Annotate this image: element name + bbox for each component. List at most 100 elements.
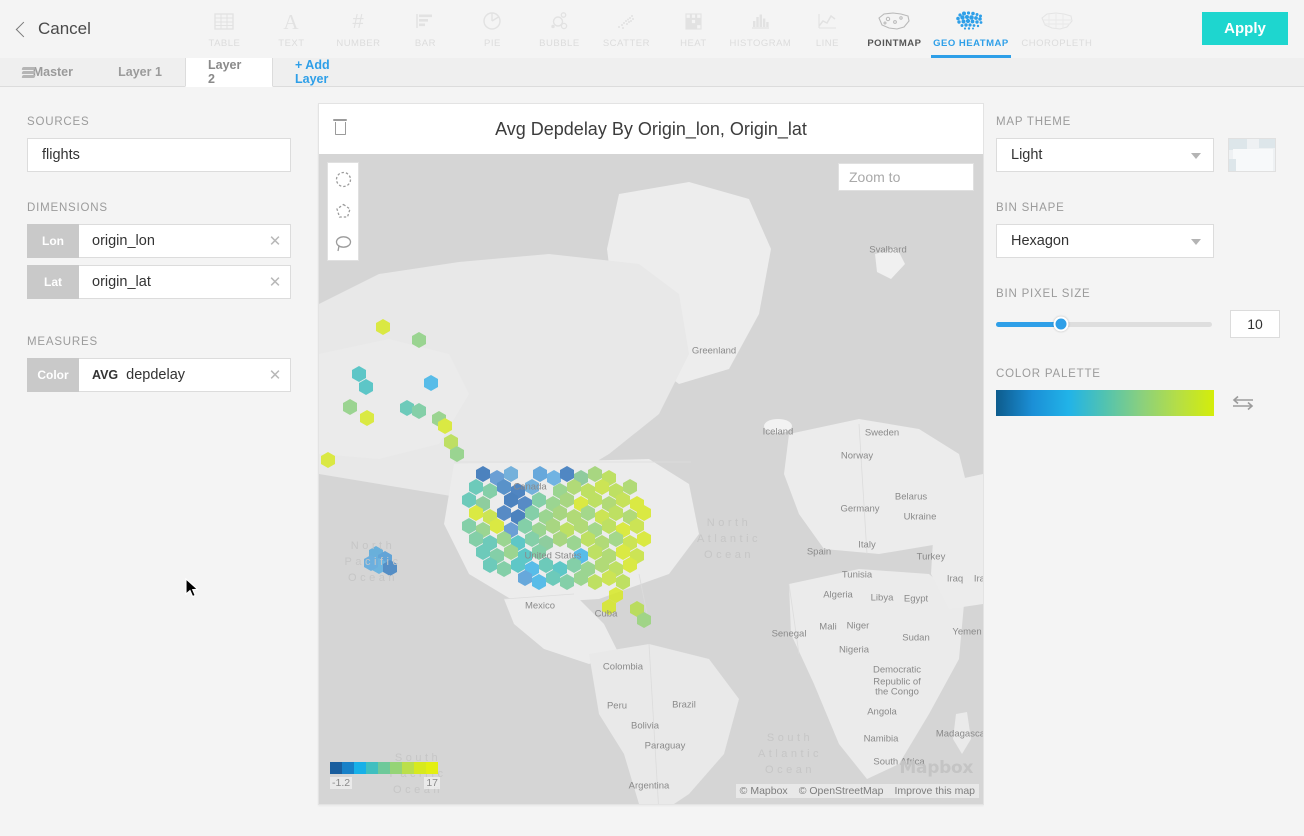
map-country-label: Tunisia <box>841 569 873 581</box>
measure-color-value[interactable]: AVG depdelay <box>79 359 260 391</box>
heat-icon <box>682 8 704 34</box>
dimension-lon-row[interactable]: Lon origin_lon ✕ <box>27 224 291 258</box>
dimension-lon-tag: Lon <box>27 224 79 258</box>
remove-measure-icon[interactable]: ✕ <box>260 359 290 391</box>
map-attribution: © Mapbox © OpenStreetMap Improve this ma… <box>735 784 979 798</box>
chart-title: Avg Depdelay By Origin_lon, Origin_lat <box>495 118 807 139</box>
measure-color-row[interactable]: Color AVG depdelay ✕ <box>27 358 291 392</box>
chart-type-choropleth[interactable]: CHOROPLETH <box>1014 0 1100 58</box>
chart-type-label: HEAT <box>680 38 707 49</box>
legend-swatch <box>378 762 390 774</box>
bin-pixel-size-slider[interactable] <box>996 316 1212 332</box>
chart-type-line[interactable]: LINE <box>794 0 861 58</box>
geo-heatmap-icon <box>951 8 991 34</box>
chart-type-label: SCATTER <box>602 38 650 49</box>
tab-label: Layer 2 <box>208 58 242 86</box>
chart-type-heat[interactable]: HEAT <box>660 0 727 58</box>
map-country-label: Egypt <box>903 593 929 605</box>
reverse-palette-icon[interactable] <box>1230 393 1256 413</box>
attribution-osm[interactable]: © OpenStreetMap <box>799 785 884 797</box>
measures-section-label: MEASURES <box>27 336 98 348</box>
map-theme-value: Light <box>1011 147 1043 163</box>
map-country-label: Peru <box>606 700 628 712</box>
add-layer-button[interactable]: + Add Layer <box>273 58 383 86</box>
map-country-label: Mexico <box>524 600 556 612</box>
right-settings-panel: MAP THEME Light BIN SHAPE Hexagon BIN PI… <box>984 88 1304 836</box>
color-palette-bar[interactable] <box>996 390 1214 416</box>
map-country-label: Senegal <box>771 628 807 640</box>
map-canvas[interactable]: Svalbard Greenland Iceland Sweden Norway Cana… <box>319 154 983 804</box>
chart-type-bar[interactable]: BAR <box>392 0 459 58</box>
map-theme-label: MAP THEME <box>996 116 1072 128</box>
bin-shape-select[interactable]: Hexagon <box>996 224 1214 258</box>
chart-type-text[interactable]: A TEXT <box>258 0 325 58</box>
bubble-icon <box>548 8 570 34</box>
choropleth-icon <box>1040 8 1074 34</box>
chart-header: Avg Depdelay By Origin_lon, Origin_lat <box>319 104 983 154</box>
chart-type-histogram[interactable]: HISTOGRAM <box>727 0 794 58</box>
cancel-button[interactable]: Cancel <box>15 19 91 39</box>
scatter-icon <box>615 8 637 34</box>
chevron-left-icon <box>15 21 32 37</box>
dimension-lat-row[interactable]: Lat origin_lat ✕ <box>27 265 291 299</box>
chart-type-scatter[interactable]: SCATTER <box>593 0 660 58</box>
chart-type-bubble[interactable]: BUBBLE <box>526 0 593 58</box>
legend-swatch <box>366 762 378 774</box>
legend-swatch <box>330 762 342 774</box>
remove-lon-icon[interactable]: ✕ <box>260 225 290 257</box>
circle-select-tool-icon[interactable] <box>334 170 353 189</box>
zoom-to-field[interactable] <box>838 163 974 191</box>
slider-handle[interactable] <box>1053 316 1069 332</box>
layer-tab-bar: Master Layer 1 Layer 2 + Add Layer <box>0 58 1304 87</box>
map-country-label: United States <box>524 550 582 562</box>
line-icon <box>816 8 838 34</box>
pointmap-icon <box>877 8 911 34</box>
chevron-down-icon <box>1191 239 1201 245</box>
chart-type-label: CHOROPLETH <box>1021 38 1093 49</box>
add-layer-label: + Add Layer <box>295 58 330 86</box>
dimensions-section-label: DIMENSIONS <box>27 202 108 214</box>
delete-chart-icon[interactable] <box>333 119 347 137</box>
chart-type-table[interactable]: TABLE <box>191 0 258 58</box>
map-country-label: Sweden <box>864 427 900 439</box>
tab-layer-2[interactable]: Layer 2 <box>185 58 273 87</box>
zoom-to-input[interactable] <box>839 164 973 190</box>
map-country-label: Yemen <box>952 626 982 638</box>
map-country-label: Sudan <box>902 632 930 644</box>
polygon-select-tool-icon[interactable] <box>334 202 353 221</box>
map-country-label: Argentina <box>628 780 670 792</box>
attribution-mapbox[interactable]: © Mapbox <box>740 785 788 797</box>
remove-lat-icon[interactable]: ✕ <box>260 266 290 298</box>
dimension-lat-value[interactable]: origin_lat <box>79 266 260 298</box>
tab-master[interactable]: Master <box>0 58 95 86</box>
legend-color-swatches <box>330 762 440 774</box>
chart-type-geo-heatmap[interactable]: GEO HEATMAP <box>928 0 1014 58</box>
chart-type-number[interactable]: # NUMBER <box>325 0 392 58</box>
map-country-label: Namibia <box>863 733 899 745</box>
lasso-select-tool-icon[interactable] <box>334 234 353 253</box>
map-country-label: Bolivia <box>631 720 659 732</box>
legend-swatch <box>426 762 438 774</box>
map-theme-preview[interactable] <box>1228 138 1276 172</box>
legend-max: 17 <box>424 777 440 789</box>
bin-pixel-size-value[interactable]: 10 <box>1230 310 1280 338</box>
chart-type-pointmap[interactable]: POINTMAP <box>861 0 928 58</box>
attribution-improve[interactable]: Improve this map <box>894 785 975 797</box>
map-country-label: Mali <box>819 621 837 633</box>
chart-type-pie[interactable]: PIE <box>459 0 526 58</box>
map-country-label: Germany <box>840 503 880 515</box>
legend-swatch <box>414 762 426 774</box>
map-country-label: Paraguay <box>644 740 686 752</box>
legend-min: -1.2 <box>330 777 353 789</box>
apply-button[interactable]: Apply <box>1202 12 1288 45</box>
map-theme-select[interactable]: Light <box>996 138 1214 172</box>
source-select[interactable]: flights <box>27 138 291 172</box>
map-country-label: Nigeria <box>838 644 870 656</box>
tab-layer-1[interactable]: Layer 1 <box>95 58 185 86</box>
left-config-panel: SOURCES flights DIMENSIONS Lon origin_lo… <box>0 88 318 836</box>
bin-shape-value: Hexagon <box>1011 233 1070 249</box>
map-country-label: Libya <box>870 592 894 604</box>
dimension-lon-value[interactable]: origin_lon <box>79 225 260 257</box>
chart-type-label: TABLE <box>208 38 241 49</box>
map-country-label: Spain <box>806 546 832 558</box>
